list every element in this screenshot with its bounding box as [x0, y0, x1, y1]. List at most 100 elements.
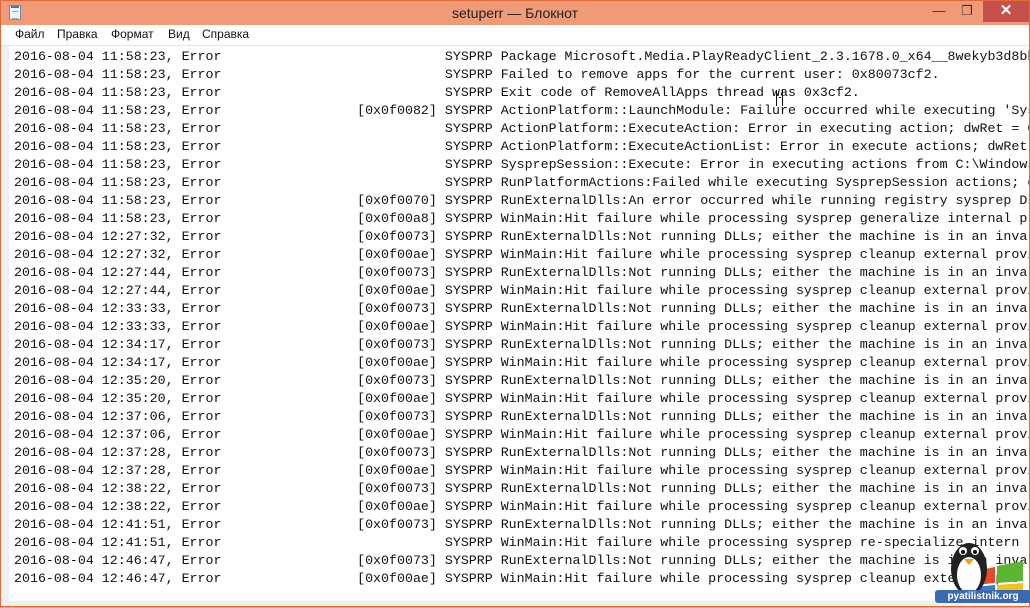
log-line: 2016-08-04 11:58:23, Error SYSPRP ActionPla…: [14, 120, 1029, 138]
log-source: SYSPRP: [444, 337, 493, 352]
log-date: 2016-08-04 12:38:22,: [14, 499, 174, 514]
log-code: [0x0f0073]: [357, 373, 437, 388]
log-message: RunExternalDlls:Not running DLLs; either…: [500, 445, 1029, 460]
title-bar[interactable]: setuperr — Блокнот — ❐ ✕: [1, 1, 1029, 25]
log-code: [0x0f00ae]: [357, 247, 437, 262]
log-level: Error: [181, 49, 222, 64]
log-source: SYSPRP: [444, 85, 493, 100]
log-message: WinMain:Hit failure while processing sys…: [500, 427, 1029, 442]
log-source: SYSPRP: [444, 211, 493, 226]
log-message: WinMain:Hit failure while processing sys…: [500, 463, 1029, 478]
text-editor[interactable]: 2016-08-04 11:58:23, Error SYSPRP Package M…: [9, 46, 1029, 601]
log-level: Error: [181, 463, 222, 478]
log-line: 2016-08-04 11:58:23, Error SYSPRP Package M…: [14, 48, 1029, 66]
log-source: SYSPRP: [444, 571, 493, 586]
log-code: [0x0f00ae]: [357, 427, 437, 442]
log-date: 2016-08-04 11:58:23,: [14, 49, 174, 64]
log-level: Error: [181, 445, 222, 460]
log-level: Error: [181, 139, 222, 154]
log-line: 2016-08-04 12:37:06, Error [0x0f0073] SYSPR…: [14, 408, 1029, 426]
maximize-button[interactable]: ❐: [953, 1, 981, 22]
log-date: 2016-08-04 12:27:44,: [14, 283, 174, 298]
log-line: 2016-08-04 12:41:51, Error [0x0f0073] SYSPR…: [14, 516, 1029, 534]
log-source: SYSPRP: [444, 67, 493, 82]
log-level: Error: [181, 67, 222, 82]
log-line: 2016-08-04 12:33:33, Error [0x0f00ae] SYSPR…: [14, 318, 1029, 336]
log-message: WinMain:Hit failure while processing sys…: [500, 319, 1029, 334]
log-level: Error: [181, 157, 222, 172]
log-line: 2016-08-04 12:41:51, Error SYSPRP WinMain:H…: [14, 534, 1029, 552]
log-source: SYSPRP: [444, 463, 493, 478]
log-level: Error: [181, 373, 222, 388]
log-source: SYSPRP: [444, 283, 493, 298]
log-code: [0x0f0073]: [357, 553, 437, 568]
log-line: 2016-08-04 12:27:44, Error [0x0f00ae] SYSPR…: [14, 282, 1029, 300]
log-message: WinMain:Hit failure while processing sys…: [500, 211, 1029, 226]
log-message: WinMain:Hit failure while processing sys…: [500, 499, 1029, 514]
log-code: [0x0f00ae]: [357, 499, 437, 514]
log-level: Error: [181, 553, 222, 568]
log-level: Error: [181, 517, 222, 532]
log-line: 2016-08-04 12:27:44, Error [0x0f0073] SYSPR…: [14, 264, 1029, 282]
log-level: Error: [181, 481, 222, 496]
log-message: RunExternalDlls:Not running DLLs; either…: [500, 301, 1029, 316]
log-code: [0x0f0073]: [357, 265, 437, 280]
log-source: SYSPRP: [444, 319, 493, 334]
menu-view[interactable]: Вид: [168, 27, 190, 41]
log-message: ActionPlatform::ExecuteAction: Error in …: [500, 121, 1029, 136]
log-source: SYSPRP: [444, 121, 493, 136]
log-code: [0x0f00ae]: [357, 463, 437, 478]
log-level: Error: [181, 571, 222, 586]
log-date: 2016-08-04 12:46:47,: [14, 571, 174, 586]
log-code: [0x0f00ae]: [357, 355, 437, 370]
log-source: SYSPRP: [444, 391, 493, 406]
log-code: [0x0f0073]: [357, 445, 437, 460]
log-level: Error: [181, 265, 222, 280]
log-text-content[interactable]: 2016-08-04 11:58:23, Error SYSPRP Package M…: [9, 46, 1029, 588]
log-date: 2016-08-04 12:35:20,: [14, 373, 174, 388]
log-level: Error: [181, 211, 222, 226]
log-source: SYSPRP: [444, 49, 493, 64]
log-code: [0x0f0073]: [357, 481, 437, 496]
menu-bar: Файл Правка Формат Вид Справка: [1, 25, 1029, 46]
close-button[interactable]: ✕: [983, 1, 1029, 22]
log-message: RunExternalDlls:Not running DLLs; either…: [500, 409, 1029, 424]
log-date: 2016-08-04 11:58:23,: [14, 175, 174, 190]
log-date: 2016-08-04 11:58:23,: [14, 67, 174, 82]
log-level: Error: [181, 355, 222, 370]
log-message: ActionPlatform::LaunchModule: Failure oc…: [500, 103, 1029, 118]
log-date: 2016-08-04 12:34:17,: [14, 337, 174, 352]
log-code: [0x0f0073]: [357, 301, 437, 316]
log-source: SYSPRP: [444, 265, 493, 280]
log-level: Error: [181, 85, 222, 100]
log-source: SYSPRP: [444, 427, 493, 442]
log-date: 2016-08-04 11:58:23,: [14, 85, 174, 100]
notepad-window: setuperr — Блокнот — ❐ ✕ Файл Правка Фор…: [0, 0, 1030, 607]
log-source: SYSPRP: [444, 553, 493, 568]
log-line: 2016-08-04 12:33:33, Error [0x0f0073] SYSPR…: [14, 300, 1029, 318]
menu-help[interactable]: Справка: [202, 27, 249, 41]
log-message: Package Microsoft.Media.PlayReadyClient_…: [500, 49, 1029, 64]
log-level: Error: [181, 535, 222, 550]
text-cursor-icon: [776, 90, 783, 106]
log-line: 2016-08-04 12:38:22, Error [0x0f0073] SYSPR…: [14, 480, 1029, 498]
log-message: Exit code of RemoveAllApps thread was 0x…: [500, 85, 860, 100]
log-code: [0x0f0073]: [357, 229, 437, 244]
log-code: [0x0f00ae]: [357, 319, 437, 334]
menu-format[interactable]: Формат: [111, 27, 154, 41]
log-level: Error: [181, 337, 222, 352]
log-line: 2016-08-04 12:35:20, Error [0x0f0073] SYSPR…: [14, 372, 1029, 390]
log-date: 2016-08-04 12:37:06,: [14, 409, 174, 424]
log-source: SYSPRP: [444, 409, 493, 424]
log-code: [0x0f00ae]: [357, 283, 437, 298]
menu-edit[interactable]: Правка: [57, 27, 98, 41]
log-line: 2016-08-04 12:27:32, Error [0x0f0073] SYSPR…: [14, 228, 1029, 246]
log-message: Failed to remove apps for the current us…: [500, 67, 940, 82]
log-message: WinMain:Hit failure while processing sys…: [500, 283, 1029, 298]
log-line: 2016-08-04 12:37:28, Error [0x0f0073] SYSPR…: [14, 444, 1029, 462]
log-source: SYSPRP: [444, 103, 493, 118]
menu-file[interactable]: Файл: [15, 27, 45, 41]
log-line: 2016-08-04 11:58:23, Error [0x0f0082] SYSPR…: [14, 102, 1029, 120]
log-line: 2016-08-04 12:34:17, Error [0x0f00ae] SYSPR…: [14, 354, 1029, 372]
minimize-button[interactable]: —: [925, 1, 953, 22]
